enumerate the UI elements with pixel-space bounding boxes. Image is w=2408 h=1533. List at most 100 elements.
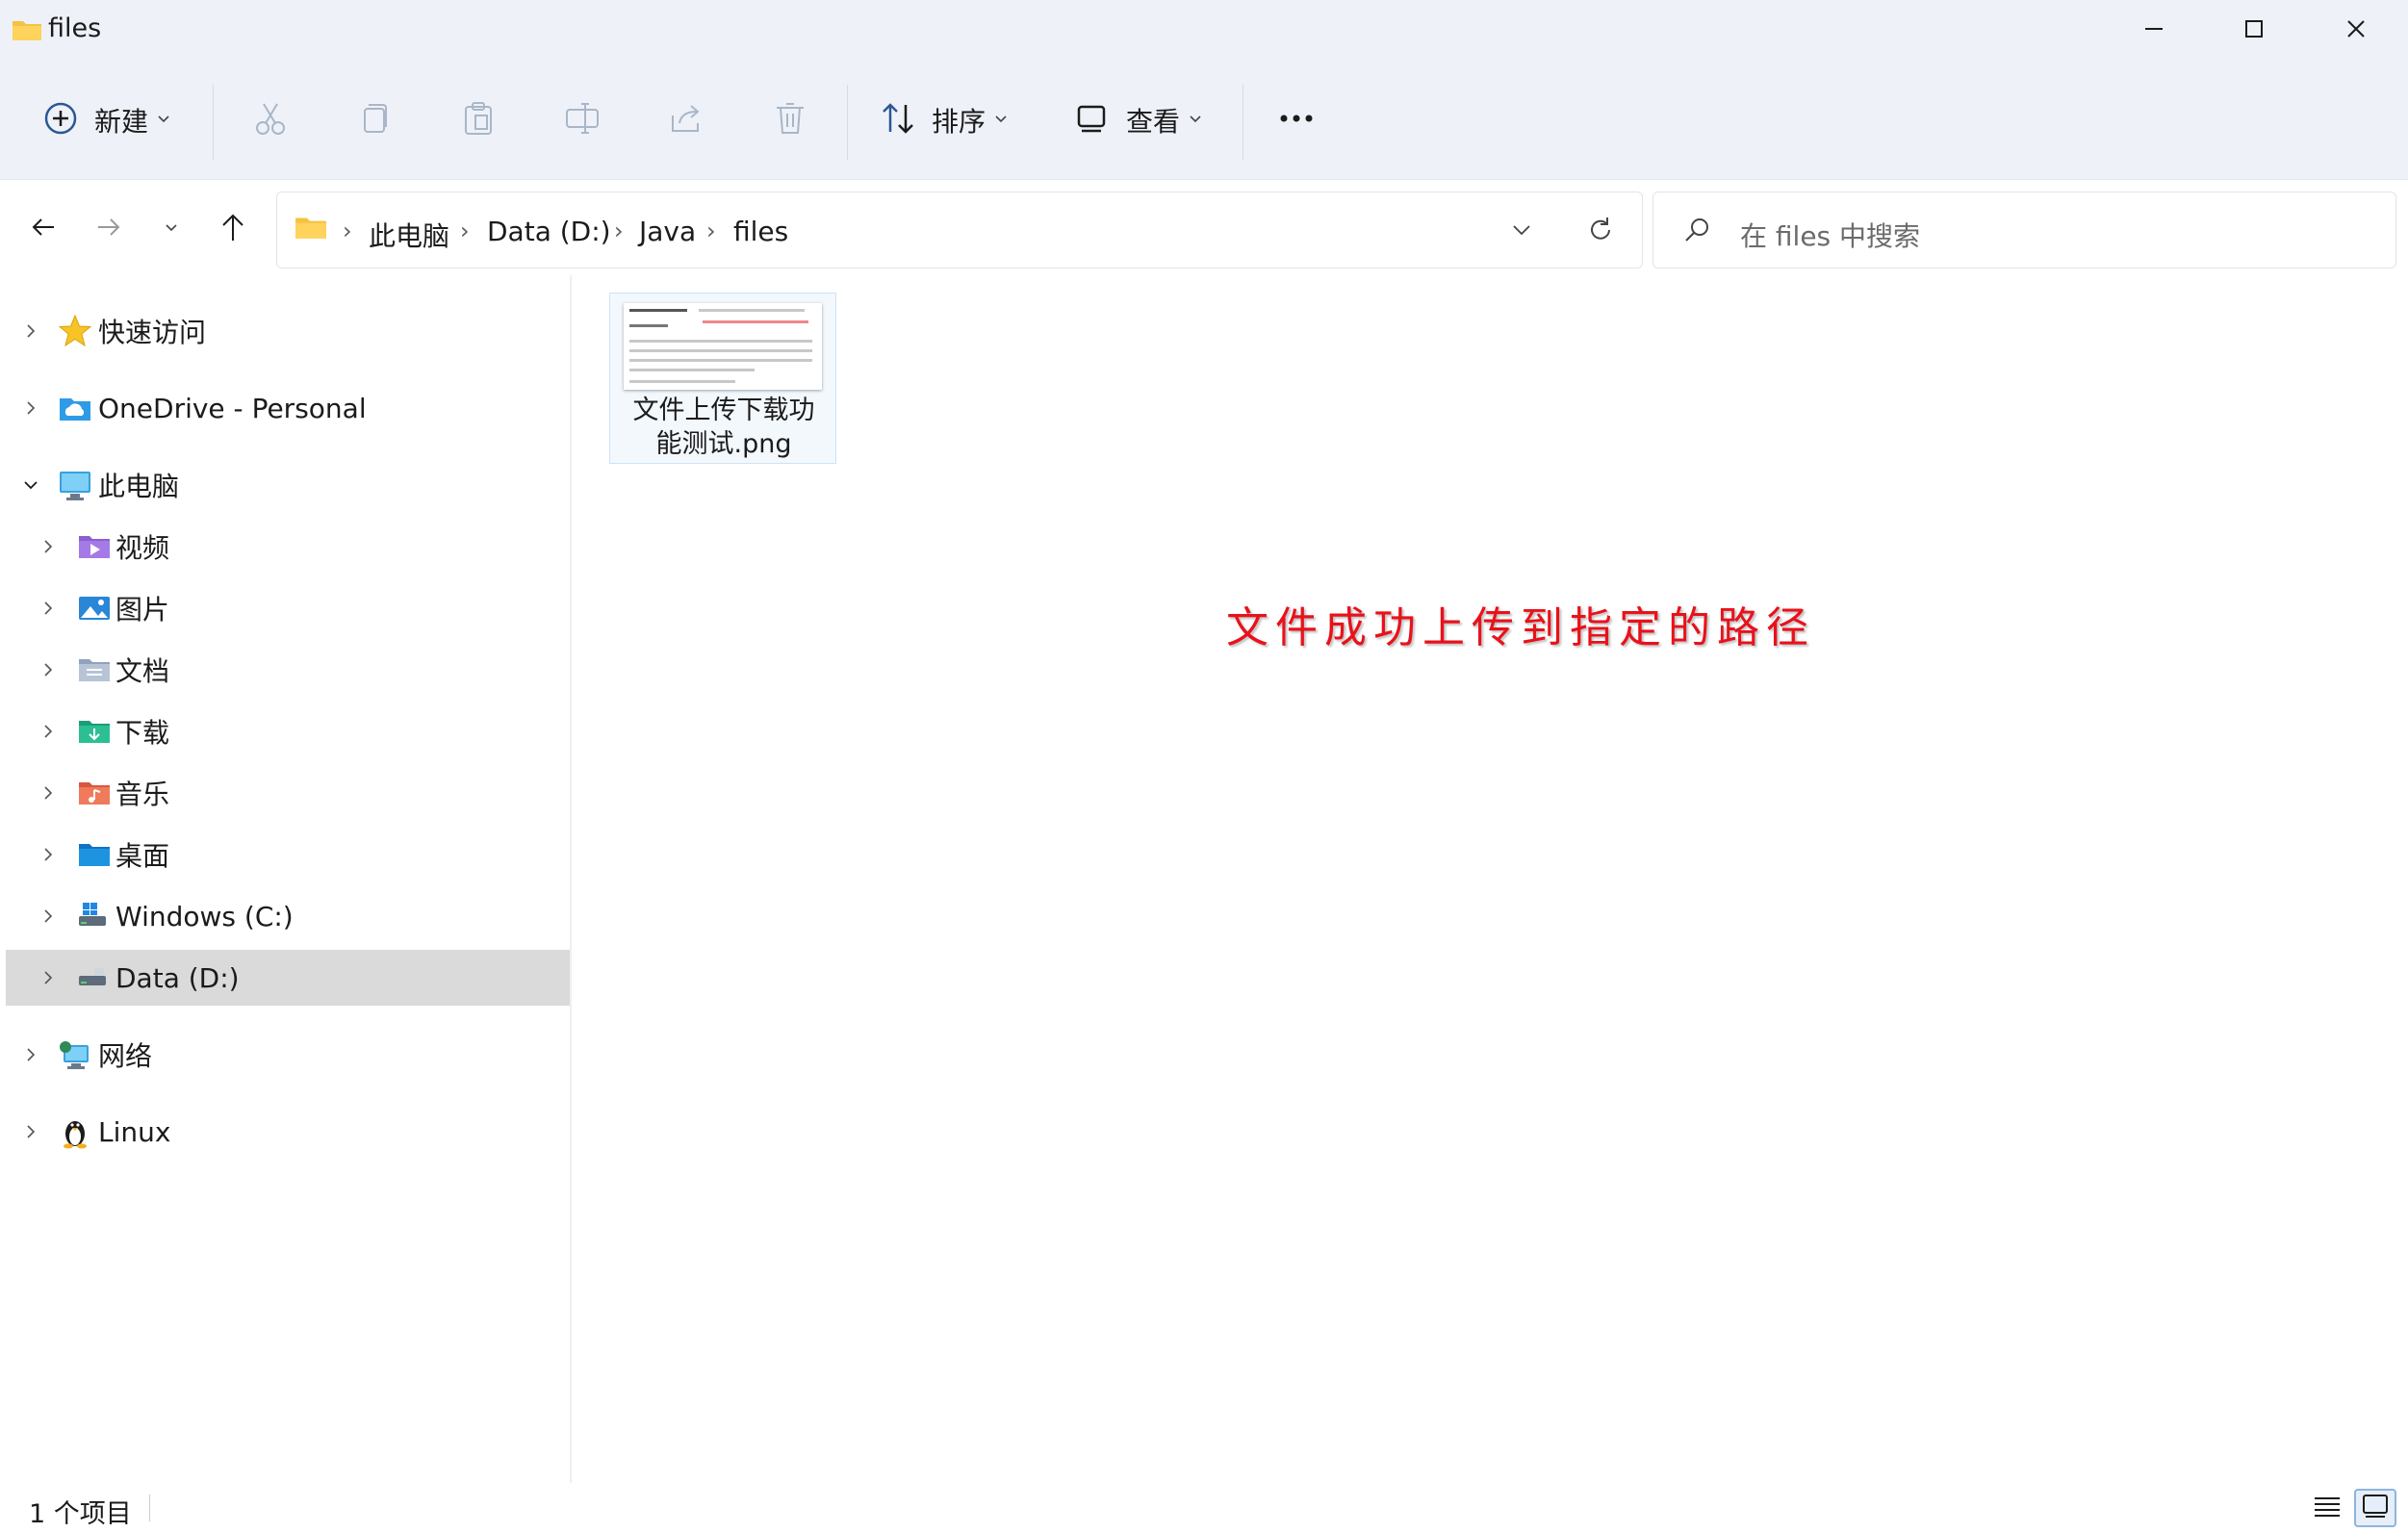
sidebar-item-documents[interactable]: 文档 <box>6 642 570 698</box>
sidebar-item-windows-drive[interactable]: Windows (C:) <box>6 888 570 944</box>
delete-button[interactable] <box>772 100 808 141</box>
chevron-right-icon[interactable] <box>37 535 60 558</box>
sort-button[interactable]: 排序 <box>880 100 1009 141</box>
search-input[interactable]: 在 files 中搜索 <box>1652 192 2396 268</box>
toolbar-divider <box>1242 85 1243 160</box>
maximize-button[interactable] <box>2204 0 2304 62</box>
desktop-folder-icon <box>77 837 112 872</box>
item-count: 1 个项目 <box>29 1499 132 1529</box>
status-bar: 1 个项目 <box>0 1483 2408 1533</box>
file-list-area[interactable]: 文件上传下载功 能测试.png 文件成功上传到指定的路径 <box>574 275 2408 1483</box>
view-button[interactable]: 查看 <box>1074 100 1203 141</box>
chevron-right-icon[interactable] <box>37 597 60 620</box>
sidebar-item-onedrive[interactable]: OneDrive - Personal <box>6 380 570 436</box>
search-placeholder: 在 files 中搜索 <box>1740 220 1921 252</box>
sidebar-item-downloads[interactable]: 下载 <box>6 703 570 759</box>
chevron-right-icon[interactable] <box>19 1120 42 1143</box>
close-icon <box>2345 18 2367 43</box>
file-name-line: 文件上传下载功 <box>632 396 815 425</box>
address-dropdown-button[interactable] <box>1511 219 1532 244</box>
details-view-icon <box>2313 1494 2342 1522</box>
file-item[interactable]: 文件上传下载功 能测试.png <box>609 293 836 464</box>
sort-icon <box>880 100 916 141</box>
sidebar-item-label: 视频 <box>115 532 170 564</box>
paste-icon <box>460 100 497 141</box>
minimize-button[interactable] <box>2104 0 2204 62</box>
share-icon <box>668 100 704 141</box>
chevron-right-icon[interactable] <box>19 319 42 343</box>
plus-circle-icon <box>42 100 79 141</box>
chevron-down-icon <box>156 111 171 130</box>
sidebar-item-data-drive[interactable]: Data (D:) <box>6 950 570 1006</box>
chevron-down-icon[interactable] <box>19 473 42 497</box>
copy-button[interactable] <box>356 100 393 141</box>
delete-icon <box>772 100 808 141</box>
chevron-right-icon[interactable] <box>37 843 60 866</box>
chevron-right-icon[interactable] <box>37 720 60 743</box>
new-button[interactable]: 新建 <box>42 100 171 141</box>
more-icon <box>1276 100 1317 141</box>
refresh-icon <box>1586 217 1615 248</box>
navigation-pane: 快速访问 OneDrive - Personal 此电脑 视频 图片 文档 下载 <box>0 275 572 1483</box>
refresh-button[interactable] <box>1586 216 1615 248</box>
drive-icon <box>77 960 112 995</box>
folder-icon <box>295 214 327 244</box>
breadcrumb-data-drive[interactable]: Data (D:) <box>487 216 611 247</box>
sidebar-item-music[interactable]: 音乐 <box>6 765 570 821</box>
sidebar-item-network[interactable]: 网络 <box>6 1027 570 1083</box>
recent-locations-button[interactable] <box>147 205 195 253</box>
sidebar-item-pictures[interactable]: 图片 <box>6 580 570 636</box>
monitor-icon <box>58 468 92 502</box>
chevron-right-icon[interactable] <box>37 781 60 805</box>
sidebar-item-videos[interactable]: 视频 <box>6 519 570 575</box>
chevron-right-icon[interactable] <box>37 658 60 681</box>
cut-button[interactable] <box>252 100 289 141</box>
network-icon <box>58 1037 92 1072</box>
details-view-button[interactable] <box>2306 1489 2348 1527</box>
sidebar-item-label: 桌面 <box>115 840 170 872</box>
view-layout-icon <box>1074 100 1111 141</box>
toolbar-divider <box>213 85 214 160</box>
chevron-right-icon[interactable] <box>37 966 60 989</box>
back-button[interactable] <box>19 205 67 253</box>
star-icon <box>58 314 92 348</box>
sidebar-item-label: Windows (C:) <box>115 900 294 933</box>
sidebar-item-this-pc[interactable]: 此电脑 <box>6 457 570 513</box>
chevron-right-icon[interactable] <box>37 905 60 928</box>
large-icons-view-button[interactable] <box>2354 1489 2396 1527</box>
command-bar: 新建 排序 查看 <box>0 62 2408 179</box>
chevron-right-icon[interactable] <box>19 1043 42 1066</box>
more-options-button[interactable] <box>1276 100 1317 141</box>
copy-icon <box>356 100 393 141</box>
title-bar: files <box>0 0 2408 62</box>
linux-penguin-icon <box>58 1114 92 1149</box>
annotation-text: 文件成功上传到指定的路径 <box>1226 603 1815 652</box>
paste-button[interactable] <box>460 100 497 141</box>
up-button[interactable] <box>209 205 257 253</box>
minimize-icon <box>2143 18 2165 43</box>
file-thumbnail <box>624 303 822 390</box>
view-label: 查看 <box>1126 106 1181 138</box>
breadcrumb-files[interactable]: files <box>733 216 788 247</box>
status-divider <box>149 1495 150 1521</box>
windows-drive-icon <box>77 899 112 933</box>
sidebar-item-linux[interactable]: Linux <box>6 1104 570 1160</box>
sidebar-item-quick-access[interactable]: 快速访问 <box>6 303 570 359</box>
breadcrumb-this-pc[interactable]: 此电脑 <box>369 216 449 254</box>
sidebar-item-desktop[interactable]: 桌面 <box>6 827 570 882</box>
chevron-down-icon <box>993 111 1009 130</box>
downloads-folder-icon <box>77 714 112 749</box>
rename-button[interactable] <box>564 100 601 141</box>
share-button[interactable] <box>668 100 704 141</box>
chevron-right-icon[interactable] <box>19 396 42 420</box>
pictures-folder-icon <box>77 591 112 626</box>
sidebar-item-label: Linux <box>98 1115 171 1148</box>
breadcrumb-java[interactable]: Java <box>639 216 696 247</box>
sidebar-item-label: 下载 <box>115 717 170 749</box>
video-folder-icon <box>77 529 112 564</box>
sidebar-item-label: 音乐 <box>115 779 170 810</box>
close-button[interactable] <box>2306 0 2406 62</box>
forward-button[interactable] <box>85 205 133 253</box>
sidebar-item-label: OneDrive - Personal <box>98 392 367 424</box>
address-bar[interactable]: › 此电脑 › Data (D:) › Java › files <box>276 192 1643 268</box>
